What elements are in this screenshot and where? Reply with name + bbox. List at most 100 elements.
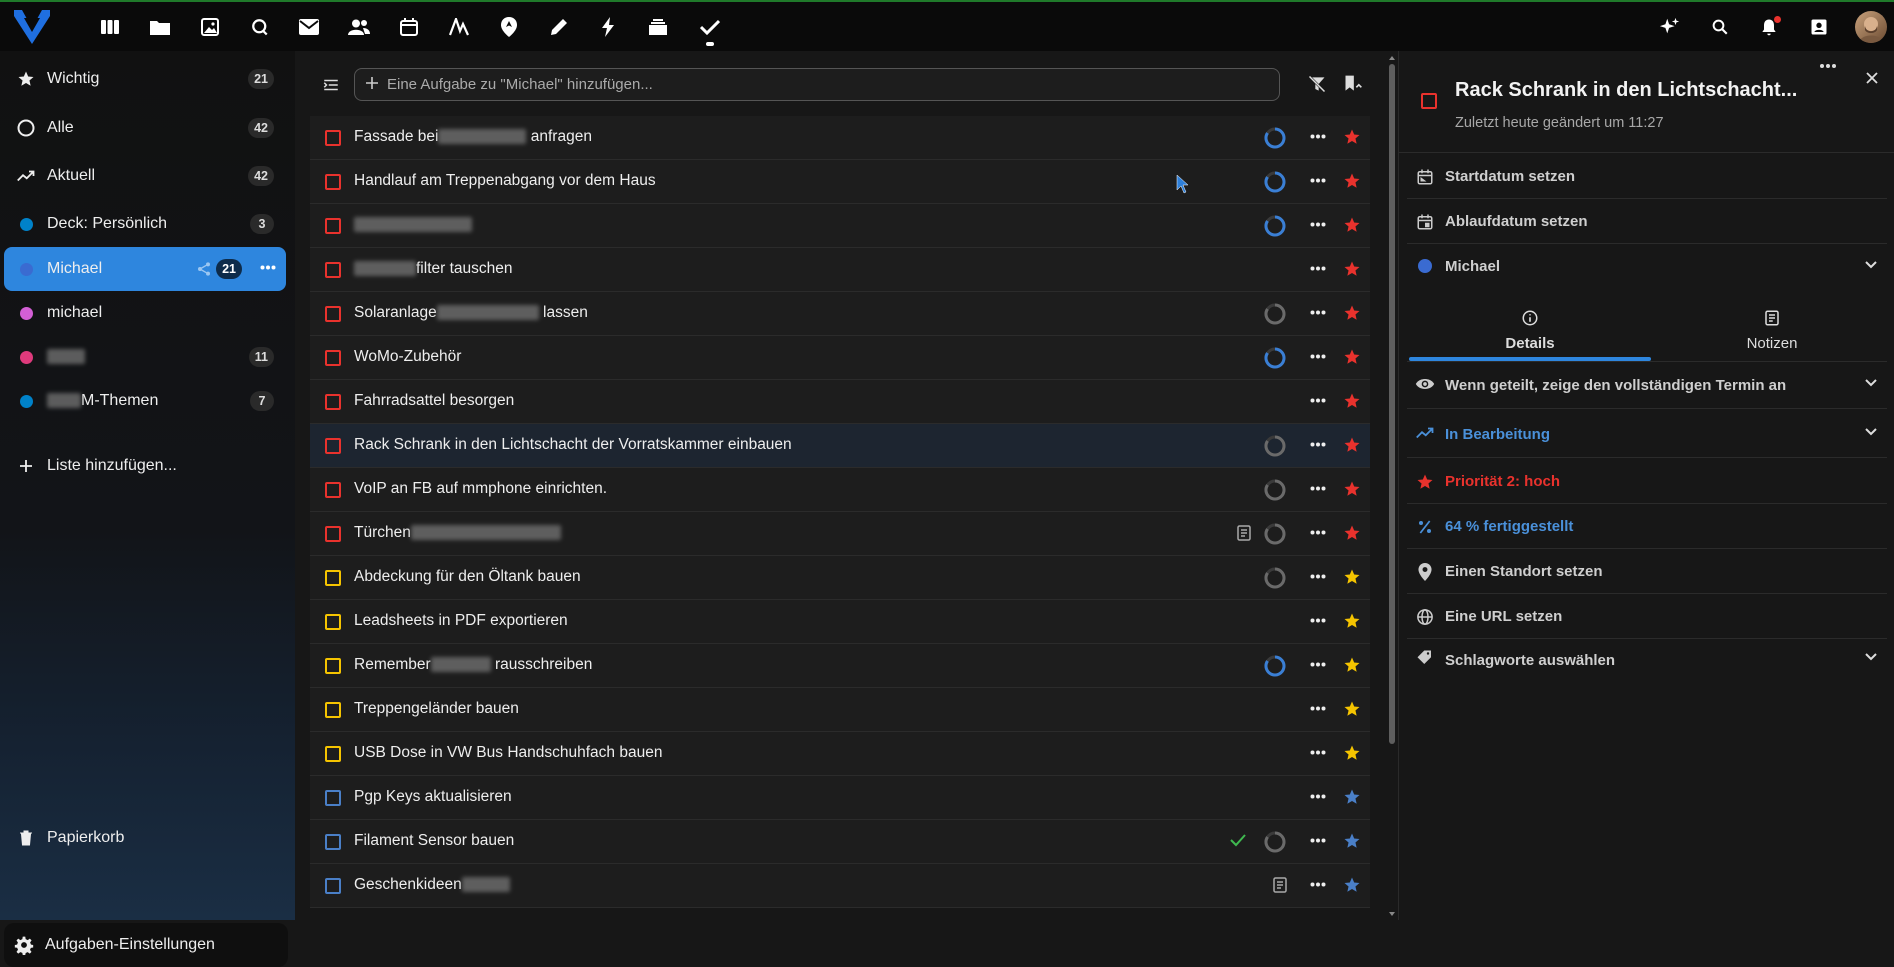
activity-icon[interactable] [446,14,472,40]
sidebar-item-3[interactable]: Deck: Persönlich 3 [4,202,286,246]
avatar[interactable] [1855,11,1887,43]
due-date-row[interactable]: Ablaufdatum setzen [1407,200,1887,244]
priority-star-icon[interactable] [1343,612,1361,630]
task-checkbox[interactable] [325,878,341,894]
trash-button[interactable]: Papierkorb [4,816,286,860]
add-list-button[interactable]: Liste hinzufügen... [4,444,286,488]
task-row[interactable]: Filament Sensor bauen [310,820,1370,864]
more-options-icon[interactable] [1306,830,1330,850]
task-checkbox[interactable] [325,702,341,718]
percent-complete-row[interactable]: 64 % fertiggestellt [1407,505,1887,549]
sidebar-item-7[interactable]: M-Themen 7 [4,379,286,423]
task-checkbox[interactable] [325,174,341,190]
priority-star-icon[interactable] [1343,876,1361,894]
task-checkbox[interactable] [325,218,341,234]
settings-button[interactable]: Aufgaben-Einstellungen [4,923,288,967]
sidebar-item-6[interactable]: 11 [4,335,286,379]
close-icon[interactable] [1865,71,1879,85]
task-row[interactable]: Fassade bei anfragen [310,116,1370,160]
more-options-icon[interactable] [1306,610,1330,630]
priority-star-icon[interactable] [1343,788,1361,806]
add-task-field[interactable] [354,68,1280,101]
priority-star-icon[interactable] [1343,392,1361,410]
files-icon[interactable] [147,14,173,40]
start-date-row[interactable]: Startdatum setzen [1407,155,1887,199]
task-checkbox[interactable] [325,790,341,806]
priority-star-icon[interactable] [1343,216,1361,234]
more-options-icon[interactable] [1306,302,1330,322]
sidebar-item-2[interactable]: Aktuell 42 [4,154,286,198]
priority-star-icon[interactable] [1343,480,1361,498]
task-title[interactable]: Rack Schrank in den Lichtschacht... [1455,79,1797,102]
task-row[interactable]: Abdeckung für den Öltank bauen [310,556,1370,600]
tags-row[interactable]: Schlagworte auswählen [1407,640,1887,680]
priority-star-icon[interactable] [1343,700,1361,718]
task-checkbox[interactable] [325,614,341,630]
more-options-icon[interactable] [1306,874,1330,894]
task-checkbox[interactable] [325,350,341,366]
task-row[interactable]: Türchen [310,512,1370,556]
task-row[interactable]: Geschenkideen [310,864,1370,908]
sidebar-item-4[interactable]: Michael 21 [4,247,286,291]
priority-star-icon[interactable] [1343,128,1361,146]
scrollbar-thumb[interactable] [1389,64,1395,744]
priority-row[interactable]: Priorität 2: hoch [1407,460,1887,504]
more-options-icon[interactable] [1306,434,1330,454]
priority-star-icon[interactable] [1343,568,1361,586]
task-row[interactable]: Remember rausschreiben [310,644,1370,688]
priority-star-icon[interactable] [1343,524,1361,542]
sidebar-item-5[interactable]: michael [4,291,286,335]
more-options-icon[interactable] [1306,258,1330,278]
task-row[interactable] [310,204,1370,248]
task-checkbox[interactable] [325,834,341,850]
maps-icon[interactable] [496,14,522,40]
more-options-icon[interactable] [1306,170,1330,190]
task-checkbox[interactable] [325,306,341,322]
notes-icon[interactable] [546,14,572,40]
task-row[interactable]: Fahrradsattel besorgen [310,380,1370,424]
calendar-select-row[interactable]: Michael [1407,244,1887,288]
task-row[interactable]: filter tauschen [310,248,1370,292]
photos-icon[interactable] [197,14,223,40]
dashboard-icon[interactable] [97,14,123,40]
more-options-icon[interactable] [1306,786,1330,806]
priority-star-icon[interactable] [1343,436,1361,454]
more-options-icon[interactable] [1306,390,1330,410]
task-row[interactable]: VoIP an FB auf mmphone einrichten. [310,468,1370,512]
task-row[interactable]: WoMo-Zubehör [310,336,1370,380]
task-row[interactable]: USB Dose in VW Bus Handschuhfach bauen [310,732,1370,776]
more-options-icon[interactable] [1306,654,1330,674]
assistant-icon[interactable] [1657,14,1683,40]
more-options-icon[interactable] [1819,63,1837,69]
filter-off-icon[interactable] [1307,74,1327,94]
priority-star-icon[interactable] [1343,832,1361,850]
sidebar-item-0[interactable]: Wichtig 21 [4,57,286,101]
search-icon[interactable] [1707,14,1733,40]
calendar-icon[interactable] [396,14,422,40]
sidebar-item-1[interactable]: Alle 42 [4,106,286,150]
nextcloud-logo[interactable] [10,6,54,48]
more-options-icon[interactable] [1306,742,1330,762]
task-row[interactable]: Leadsheets in PDF exportieren [310,600,1370,644]
task-checkbox[interactable] [325,658,341,674]
contacts-menu-icon[interactable] [1806,14,1832,40]
search-talk-icon[interactable] [247,14,273,40]
task-row[interactable]: Pgp Keys aktualisieren [310,776,1370,820]
mail-icon[interactable] [296,14,322,40]
task-checkbox[interactable] [325,394,341,410]
priority-star-icon[interactable] [1343,304,1361,322]
task-row[interactable]: Treppengeländer bauen [310,688,1370,732]
sort-icon[interactable] [1342,74,1364,94]
more-options-icon[interactable] [1306,698,1330,718]
url-row[interactable]: Eine URL setzen [1407,595,1887,639]
priority-star-icon[interactable] [1343,348,1361,366]
task-checkbox[interactable] [325,438,341,454]
more-options-icon[interactable] [1306,522,1330,542]
status-row[interactable]: In Bearbeitung [1407,411,1887,458]
task-checkbox[interactable] [325,482,341,498]
location-row[interactable]: Einen Standort setzen [1407,550,1887,594]
more-options-icon[interactable] [1306,214,1330,234]
task-row[interactable]: Solaranlage lassen [310,292,1370,336]
task-row[interactable]: Rack Schrank in den Lichtschacht der Vor… [310,424,1370,468]
share-icon[interactable] [196,261,212,277]
